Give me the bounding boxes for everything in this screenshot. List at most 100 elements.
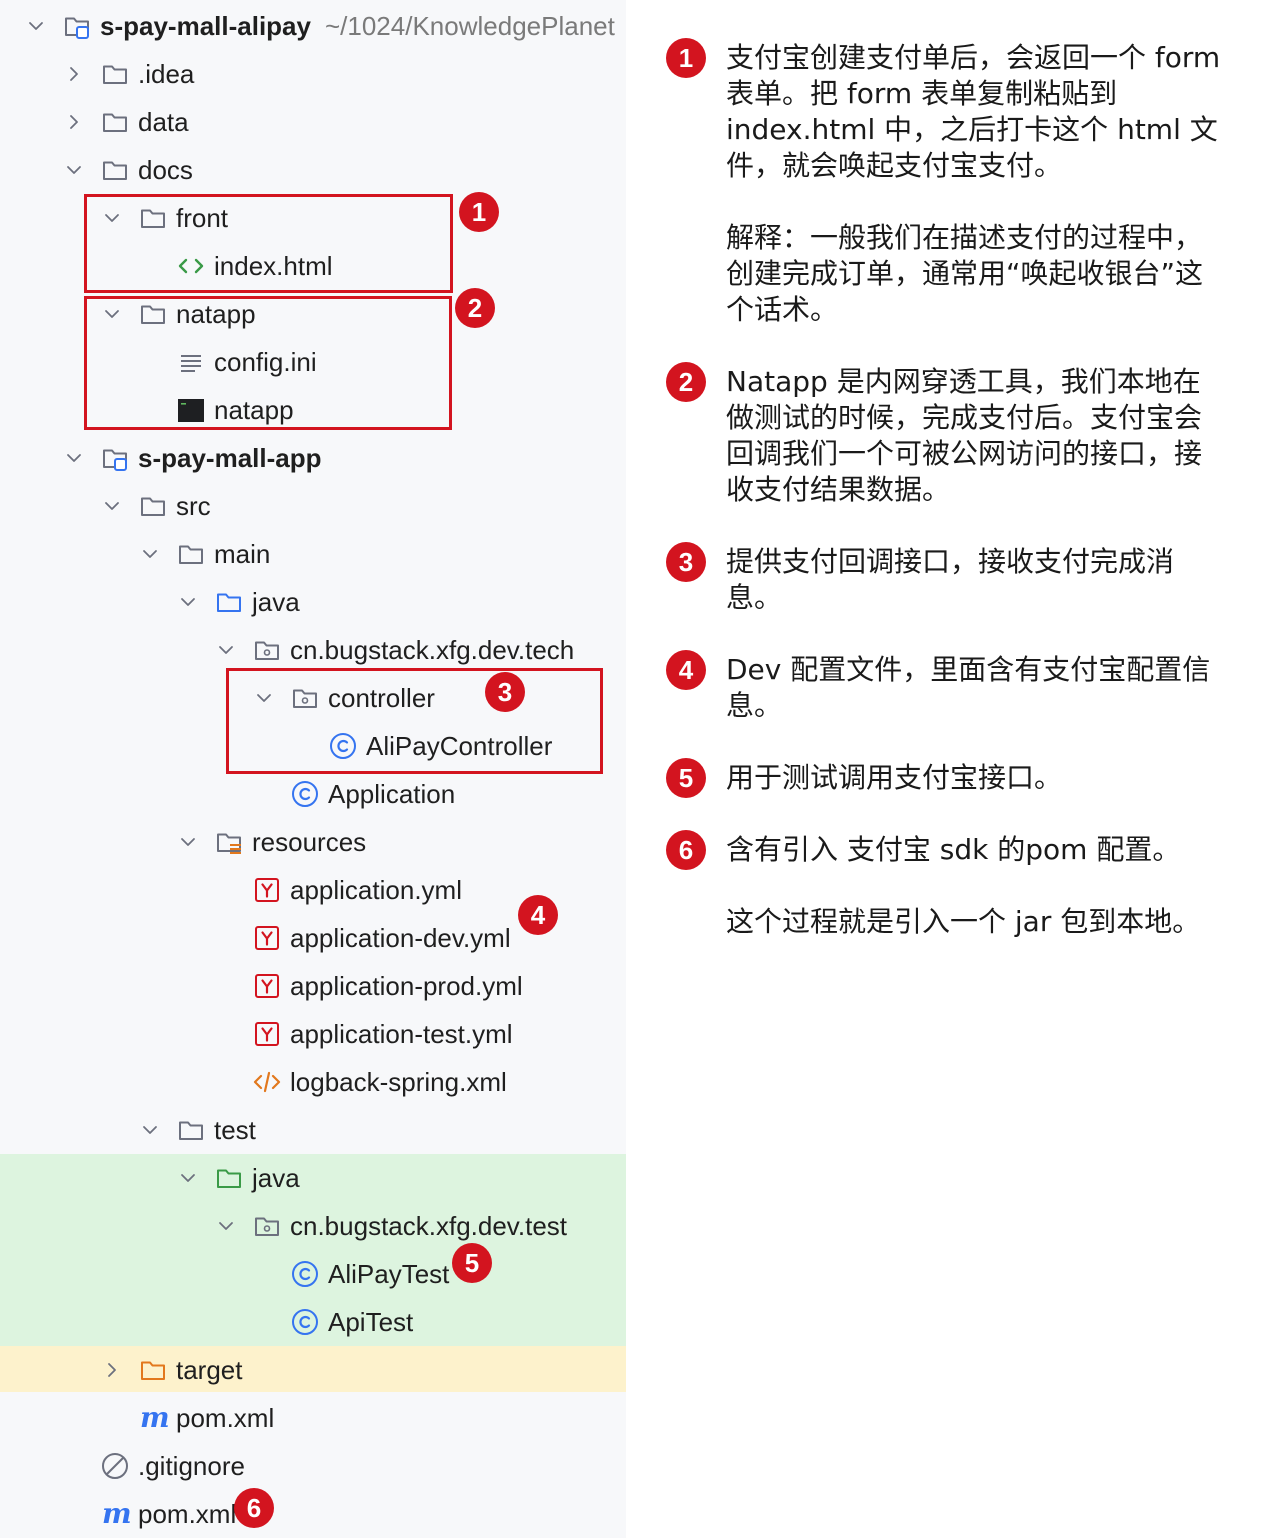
tree-node-label: application-test.yml — [290, 1018, 513, 1049]
chevron-down-icon[interactable] — [138, 1118, 162, 1142]
tree-node-label: java — [252, 1162, 300, 1193]
chevron-down-icon[interactable] — [176, 1166, 200, 1190]
tree-node-label: pom.xml — [176, 1402, 275, 1433]
tree-node[interactable]: target — [100, 1346, 243, 1394]
note-text: 这个过程就是引入一个 jar 包到本地。 — [726, 905, 1201, 938]
tree-node[interactable]: .gitignore — [62, 1442, 245, 1490]
package-icon — [252, 1211, 282, 1241]
chevron-down-icon[interactable] — [214, 1214, 238, 1238]
note-badge: 3 — [666, 542, 706, 582]
tree-node[interactable]: main — [138, 530, 270, 578]
chevron-down-icon[interactable] — [62, 158, 86, 182]
excluded-folder-icon — [138, 1355, 168, 1385]
project-path: ~/1024/KnowledgePlanet — [324, 10, 615, 41]
note-4: 4 Dev 配置文件，里面含有支付宝配置信息。 — [666, 650, 1226, 724]
note-text: 用于测试调用支付宝接口。 — [726, 761, 1063, 794]
tree-node[interactable]: cn.bugstack.xfg.dev.tech — [214, 626, 574, 674]
tree-node[interactable]: m pom.xml — [100, 1394, 274, 1442]
note-1: 1 支付宝创建支付单后，会返回一个 form 表单。把 form 表单复制粘贴到… — [666, 38, 1226, 328]
module-icon — [62, 11, 92, 41]
tree-node[interactable]: test — [138, 1106, 256, 1154]
chevron-down-icon[interactable] — [100, 494, 124, 518]
folder-icon — [138, 491, 168, 521]
note-text: Natapp 是内网穿透工具，我们本地在做测试的时候，完成支付后。支付宝会回调我… — [726, 365, 1203, 506]
badge-4: 4 — [518, 895, 558, 935]
tree-node[interactable]: m pom.xml — [62, 1490, 236, 1538]
tree-node[interactable]: application-dev.yml — [214, 914, 511, 962]
tree-node[interactable]: data — [62, 98, 189, 146]
note-badge: 1 — [666, 38, 706, 78]
package-icon — [252, 635, 282, 665]
note-badge: 5 — [666, 758, 706, 798]
tree-node[interactable]: logback-spring.xml — [214, 1058, 507, 1106]
yaml-file-icon — [252, 875, 282, 905]
tree-node[interactable]: .idea — [62, 50, 194, 98]
tree-node[interactable]: java — [176, 1154, 300, 1202]
tree-node-label: cn.bugstack.xfg.dev.test — [290, 1210, 567, 1241]
tree-node-label: ApiTest — [328, 1306, 414, 1337]
tree-node-label: resources — [252, 826, 367, 857]
tree-node-label: docs — [138, 154, 193, 185]
badge-3: 3 — [485, 672, 525, 712]
chevron-right-icon[interactable] — [100, 1358, 124, 1382]
note-badge: 4 — [666, 650, 706, 690]
tree-node[interactable]: application-prod.yml — [214, 962, 523, 1010]
chevron-right-icon[interactable] — [62, 110, 86, 134]
tree-node[interactable]: s-pay-mall-alipay ~/1024/KnowledgePlanet — [24, 2, 615, 50]
tree-node[interactable]: ApiTest — [252, 1298, 413, 1346]
tree-node-label: .gitignore — [138, 1450, 245, 1481]
folder-icon — [100, 155, 130, 185]
tree-node-label: application-dev.yml — [290, 922, 511, 953]
folder-icon — [100, 107, 130, 137]
highlight-box-front — [84, 194, 453, 293]
java-class-icon — [290, 1259, 320, 1289]
tree-node-label: data — [138, 106, 189, 137]
highlight-box-natapp — [84, 296, 452, 430]
annotation-notes: 1 支付宝创建支付单后，会返回一个 form 表单。把 form 表单复制粘贴到… — [626, 0, 1266, 1538]
yaml-file-icon — [252, 971, 282, 1001]
yaml-file-icon — [252, 1019, 282, 1049]
tree-node-label: application-prod.yml — [290, 970, 523, 1001]
note-3: 3 提供支付回调接口，接收支付完成消息。 — [666, 542, 1226, 616]
chevron-down-icon[interactable] — [62, 446, 86, 470]
yaml-file-icon — [252, 923, 282, 953]
svg-text:m: m — [140, 1403, 168, 1433]
tree-node-label: target — [176, 1354, 243, 1385]
tree-node[interactable]: AliPayTest — [252, 1250, 449, 1298]
tree-node[interactable]: application.yml — [214, 866, 462, 914]
tree-node[interactable]: application-test.yml — [214, 1010, 513, 1058]
tree-node[interactable]: Application — [252, 770, 455, 818]
maven-icon: m — [100, 1499, 130, 1529]
chevron-down-icon[interactable] — [176, 590, 200, 614]
tree-node[interactable]: src — [100, 482, 211, 530]
badge-2: 2 — [455, 288, 495, 328]
svg-text:m: m — [102, 1499, 130, 1529]
note-6: 6 含有引入 支付宝 sdk 的pom 配置。 这个过程就是引入一个 jar 包… — [666, 830, 1226, 940]
note-2: 2 Natapp 是内网穿透工具，我们本地在做测试的时候，完成支付后。支付宝会回… — [666, 362, 1226, 508]
chevron-down-icon[interactable] — [214, 638, 238, 662]
resources-folder-icon — [214, 827, 244, 857]
tree-node-label: AliPayTest — [328, 1258, 450, 1289]
tree-node-label: cn.bugstack.xfg.dev.tech — [290, 634, 575, 665]
tree-node-label: application.yml — [290, 874, 462, 905]
gitignore-icon — [100, 1451, 130, 1481]
chevron-down-icon[interactable] — [24, 14, 48, 38]
note-badge: 6 — [666, 830, 706, 870]
tree-node[interactable]: java — [176, 578, 300, 626]
tree-node[interactable]: s-pay-mall-app — [62, 434, 322, 482]
badge-6: 6 — [234, 1488, 274, 1528]
note-badge: 2 — [666, 362, 706, 402]
tree-node-label: s-pay-mall-app — [138, 442, 322, 473]
tree-node[interactable]: docs — [62, 146, 193, 194]
badge-1: 1 — [459, 192, 499, 232]
note-text: 支付宝创建支付单后，会返回一个 form 表单。把 form 表单复制粘贴到 i… — [726, 41, 1221, 182]
chevron-down-icon[interactable] — [138, 542, 162, 566]
chevron-down-icon[interactable] — [176, 830, 200, 854]
highlight-box-controller — [226, 668, 603, 774]
tree-node-label: Application — [328, 778, 456, 809]
chevron-right-icon[interactable] — [62, 62, 86, 86]
tree-node[interactable]: cn.bugstack.xfg.dev.test — [214, 1202, 567, 1250]
tree-node[interactable]: resources — [176, 818, 366, 866]
note-text: 提供支付回调接口，接收支付完成消息。 — [726, 545, 1175, 614]
java-class-icon — [290, 779, 320, 809]
